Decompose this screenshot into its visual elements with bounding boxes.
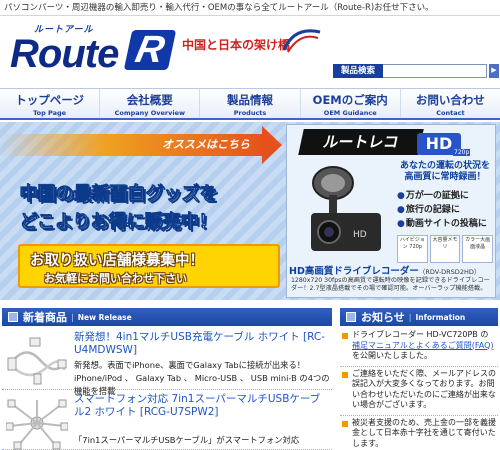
nav-label: お問い合わせ [415,93,485,107]
nav-company[interactable]: 会社概要 Company Overview [100,89,201,118]
section-title: 新着商品 [23,311,67,324]
feature-badge: ハイビジョン 720p [397,235,428,263]
site-logo[interactable]: ルートアール Route R [10,20,177,78]
product-tagline: あなたの運転の状況を高画質に常時録画！ [399,161,490,182]
feature-badge: カラー大画面液晶 [462,235,494,263]
info-item: ご連絡をいただく際、メールアドレスの誤記入が大変多くなっております。お問い合わせ… [340,367,498,416]
list-item: 新発想！4in1マルチUSB充電ケーブル ホワイト [RC-U4MDWSW] 新… [2,328,332,396]
nav-contact[interactable]: お問い合わせ Contact [401,89,500,118]
arrow-icon [262,126,282,164]
bullet-item: 万が一の証拠に [397,189,495,203]
page: パソコンパーツ・周辺機器の輸入卸売り・輸入代行・OEMの事なら全てルートアール（… [0,0,500,450]
info-text: ドライブレコーダー HD-VC720PB の [352,330,489,339]
bullet-item: 旅行の記録に [397,203,495,217]
dealer-recruit-box[interactable]: お取り扱い店舗様募集中！ お気軽にお問い合わせ下さい [18,244,280,288]
nav-label: OEMのご案内 [312,93,388,107]
usb-cable-image [7,337,67,385]
product-bullets: 万が一の証拠に 旅行の記録に 動画サイトの投稿に [397,189,495,231]
nav-label: トップページ [15,93,84,107]
contact-prompt-text: お気軽にお問い合わせ下さい [44,272,187,285]
info-text: ご連絡をいただく際、メールアドレスの誤記入が大変多くなっております。お問い合わせ… [352,368,496,410]
product-summary: 「7in1スーパーマルチUSBケーブル」がスマートフォン対応 [74,435,300,445]
info-item: ドライブレコーダー HD-VC720PB の補足マニュアルとよくあるご質問(FA… [340,328,498,367]
top-tagline: パソコンパーツ・周辺機器の輸入卸売り・輸入代行・OEMの事なら全てルートアール（… [0,0,500,16]
faq-link[interactable]: 補足マニュアルとよくあるご質問(FAQ) [352,341,494,350]
product-name-text: HD高画質ドライブレコーダー [289,266,419,277]
nav-sublabel: Company Overview [114,109,186,117]
new-release-list: 新発想！4in1マルチUSB充電ケーブル ホワイト [RC-U4MDWSW] 新… [2,328,332,450]
bullet-item: 動画サイトの投稿に [397,217,495,231]
information-list: ドライブレコーダー HD-VC720PB の補足マニュアルとよくあるご質問(FA… [340,328,498,450]
section-separator: | [71,312,74,322]
product-brand-title: ルートレコ [298,129,424,155]
swoosh-icon [282,29,321,53]
section-subtitle: New Release [77,312,132,322]
product-description: 1280x720 30fpsの高画質で運転時の映像を記録できるドライブレコーダー… [291,277,490,292]
dashcam-image: HD [311,166,381,251]
info-text: 被災者支援のため、売上金の一部を義援金として日本赤十字社を通じて寄付いたします。 [352,417,496,448]
logo-text: Route [10,32,119,76]
dealer-recruit-text: お取り扱い店舗様募集中！ [30,253,204,269]
nav-sublabel: OEM Guidance [323,109,377,117]
nav-label: 製品情報 [227,93,273,107]
section-subtitle: Information [415,312,466,322]
nav-sublabel: Contact [436,109,465,117]
feature-badge: 大容量メモリ [429,235,461,263]
information-header: お知らせ | Information [340,308,498,326]
logo-r-mark: R [123,29,177,71]
recommend-label: オススメはこちら [162,138,250,151]
search-input[interactable] [383,64,487,78]
product-link[interactable]: 新発想！4in1マルチUSB充電ケーブル ホワイト [RC-U4MDWSW] [74,331,330,357]
info-text: を公開いたしました。 [352,351,432,360]
section-title: お知らせ [361,311,405,324]
nav-sublabel: Top Page [33,109,67,117]
svg-text:HD: HD [353,230,367,240]
hd-resolution-badge: 720p [453,149,471,156]
product-search: 製品検索 ▶ [333,64,499,78]
search-label: 製品検索 [333,64,383,78]
product-link[interactable]: スマートフォン対応 7in1スーパーマルチUSBケーブル2 ホワイト [RCG-… [74,393,330,419]
banner-headline-1: 中国の最新面白グッズを [20,184,219,206]
nav-label: 会社概要 [126,93,173,107]
usb-cable-image [6,399,68,450]
nav-top-page[interactable]: トップページ Top Page [0,89,101,118]
search-button[interactable]: ▶ [489,64,499,78]
section-separator: | [408,312,412,322]
feature-badges: ハイビジョン 720p 大容量メモリ カラー大画面液晶 [397,235,494,263]
section-icon [8,312,18,322]
section-icon [346,312,356,322]
nav-products[interactable]: 製品情報 Products [200,89,301,118]
main-nav: トップページ Top Page 会社概要 Company Overview 製品… [0,88,500,120]
featured-product-panel[interactable]: ルートレコ HD 720p HD あなたの運転の状況を高画質に常時録画！ 万が一… [286,124,496,298]
info-item: 被災者支援のため、売上金の一部を義援金として日本赤十字社を通じて寄付いたします。 [340,416,498,450]
nav-sublabel: Products [233,109,267,117]
product-model: （RDV-DRSD2HD） [418,268,481,276]
promo-banner[interactable]: オススメはこちら 中国の最新面白グッズを どこよりお得に販売中！ お取り扱い店舗… [0,122,500,300]
list-item: スマートフォン対応 7in1スーパーマルチUSBケーブル2 ホワイト [RCG-… [2,390,332,450]
nav-oem[interactable]: OEMのご案内 OEM Guidance [301,89,401,118]
banner-headline-2: どこよりお得に販売中！ [20,212,218,234]
new-release-header: 新着商品 | New Release [2,308,332,326]
slogan: 中国と日本の架け橋 [182,38,291,52]
product-name: HD高画質ドライブレコーダー（RDV-DRSD2HD） [289,263,495,277]
